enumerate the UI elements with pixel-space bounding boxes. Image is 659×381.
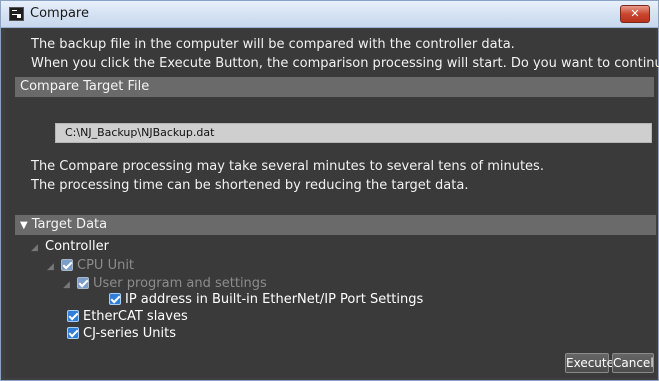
tree-label-ip-address: IP address in Built-in EtherNet/IP Port … xyxy=(125,292,424,307)
checkbox-ip-address[interactable] xyxy=(109,293,121,305)
notice-line-2: The processing time can be shortened by … xyxy=(31,178,469,193)
window-title: Compare xyxy=(30,6,89,21)
checkbox-ethercat[interactable] xyxy=(67,310,79,322)
tree-item-ip-address[interactable]: IP address in Built-in EtherNet/IP Port … xyxy=(109,292,423,308)
execute-button[interactable]: Execute xyxy=(565,353,614,373)
target-data-header-label: Target Data xyxy=(31,217,108,232)
close-button[interactable]: ✕ xyxy=(620,5,650,23)
dialog-body: The backup file in the computer will be … xyxy=(5,29,659,378)
tree-expander-icon[interactable]: ◢ xyxy=(31,240,41,256)
cancel-button[interactable]: Cancel xyxy=(612,353,654,373)
tree-item-cpu-unit[interactable]: ◢ CPU Unit xyxy=(47,258,134,274)
compare-dialog: Compare ✕ The backup file in the compute… xyxy=(0,0,659,381)
collapse-triangle-icon: ▼ xyxy=(20,220,28,231)
tree-item-controller[interactable]: ◢ Controller xyxy=(31,239,109,255)
app-icon xyxy=(9,7,24,21)
tree-label-cpu-unit: CPU Unit xyxy=(77,258,135,273)
checkbox-cj-series[interactable] xyxy=(67,327,79,339)
tree-item-cj-series[interactable]: CJ-series Units xyxy=(67,326,176,342)
intro-line-2: When you click the Execute Button, the c… xyxy=(31,56,659,71)
tree-label-ethercat: EtherCAT slaves xyxy=(83,309,188,324)
tree-label-cj-series: CJ-series Units xyxy=(83,326,177,341)
tree-expander-icon[interactable]: ◢ xyxy=(63,277,73,293)
target-data-header[interactable]: ▼ Target Data xyxy=(15,215,656,235)
tree-label-controller: Controller xyxy=(45,239,109,254)
tree-label-user-program: User program and settings xyxy=(93,276,267,291)
title-bar[interactable]: Compare ✕ xyxy=(1,1,658,28)
checkbox-user-program[interactable] xyxy=(77,277,89,289)
compare-target-path-field: C:\NJ_Backup\NJBackup.dat xyxy=(55,123,652,143)
notice-line-1: The Compare processing may take several … xyxy=(31,159,544,174)
compare-target-header-label: Compare Target File xyxy=(20,79,150,94)
tree-item-user-program[interactable]: ◢ User program and settings xyxy=(63,276,267,292)
tree-expander-icon[interactable]: ◢ xyxy=(47,259,57,275)
compare-target-header: Compare Target File xyxy=(15,77,654,97)
checkbox-cpu-unit[interactable] xyxy=(61,259,73,271)
tree-item-ethercat[interactable]: EtherCAT slaves xyxy=(67,309,188,325)
intro-line-1: The backup file in the computer will be … xyxy=(31,37,515,52)
